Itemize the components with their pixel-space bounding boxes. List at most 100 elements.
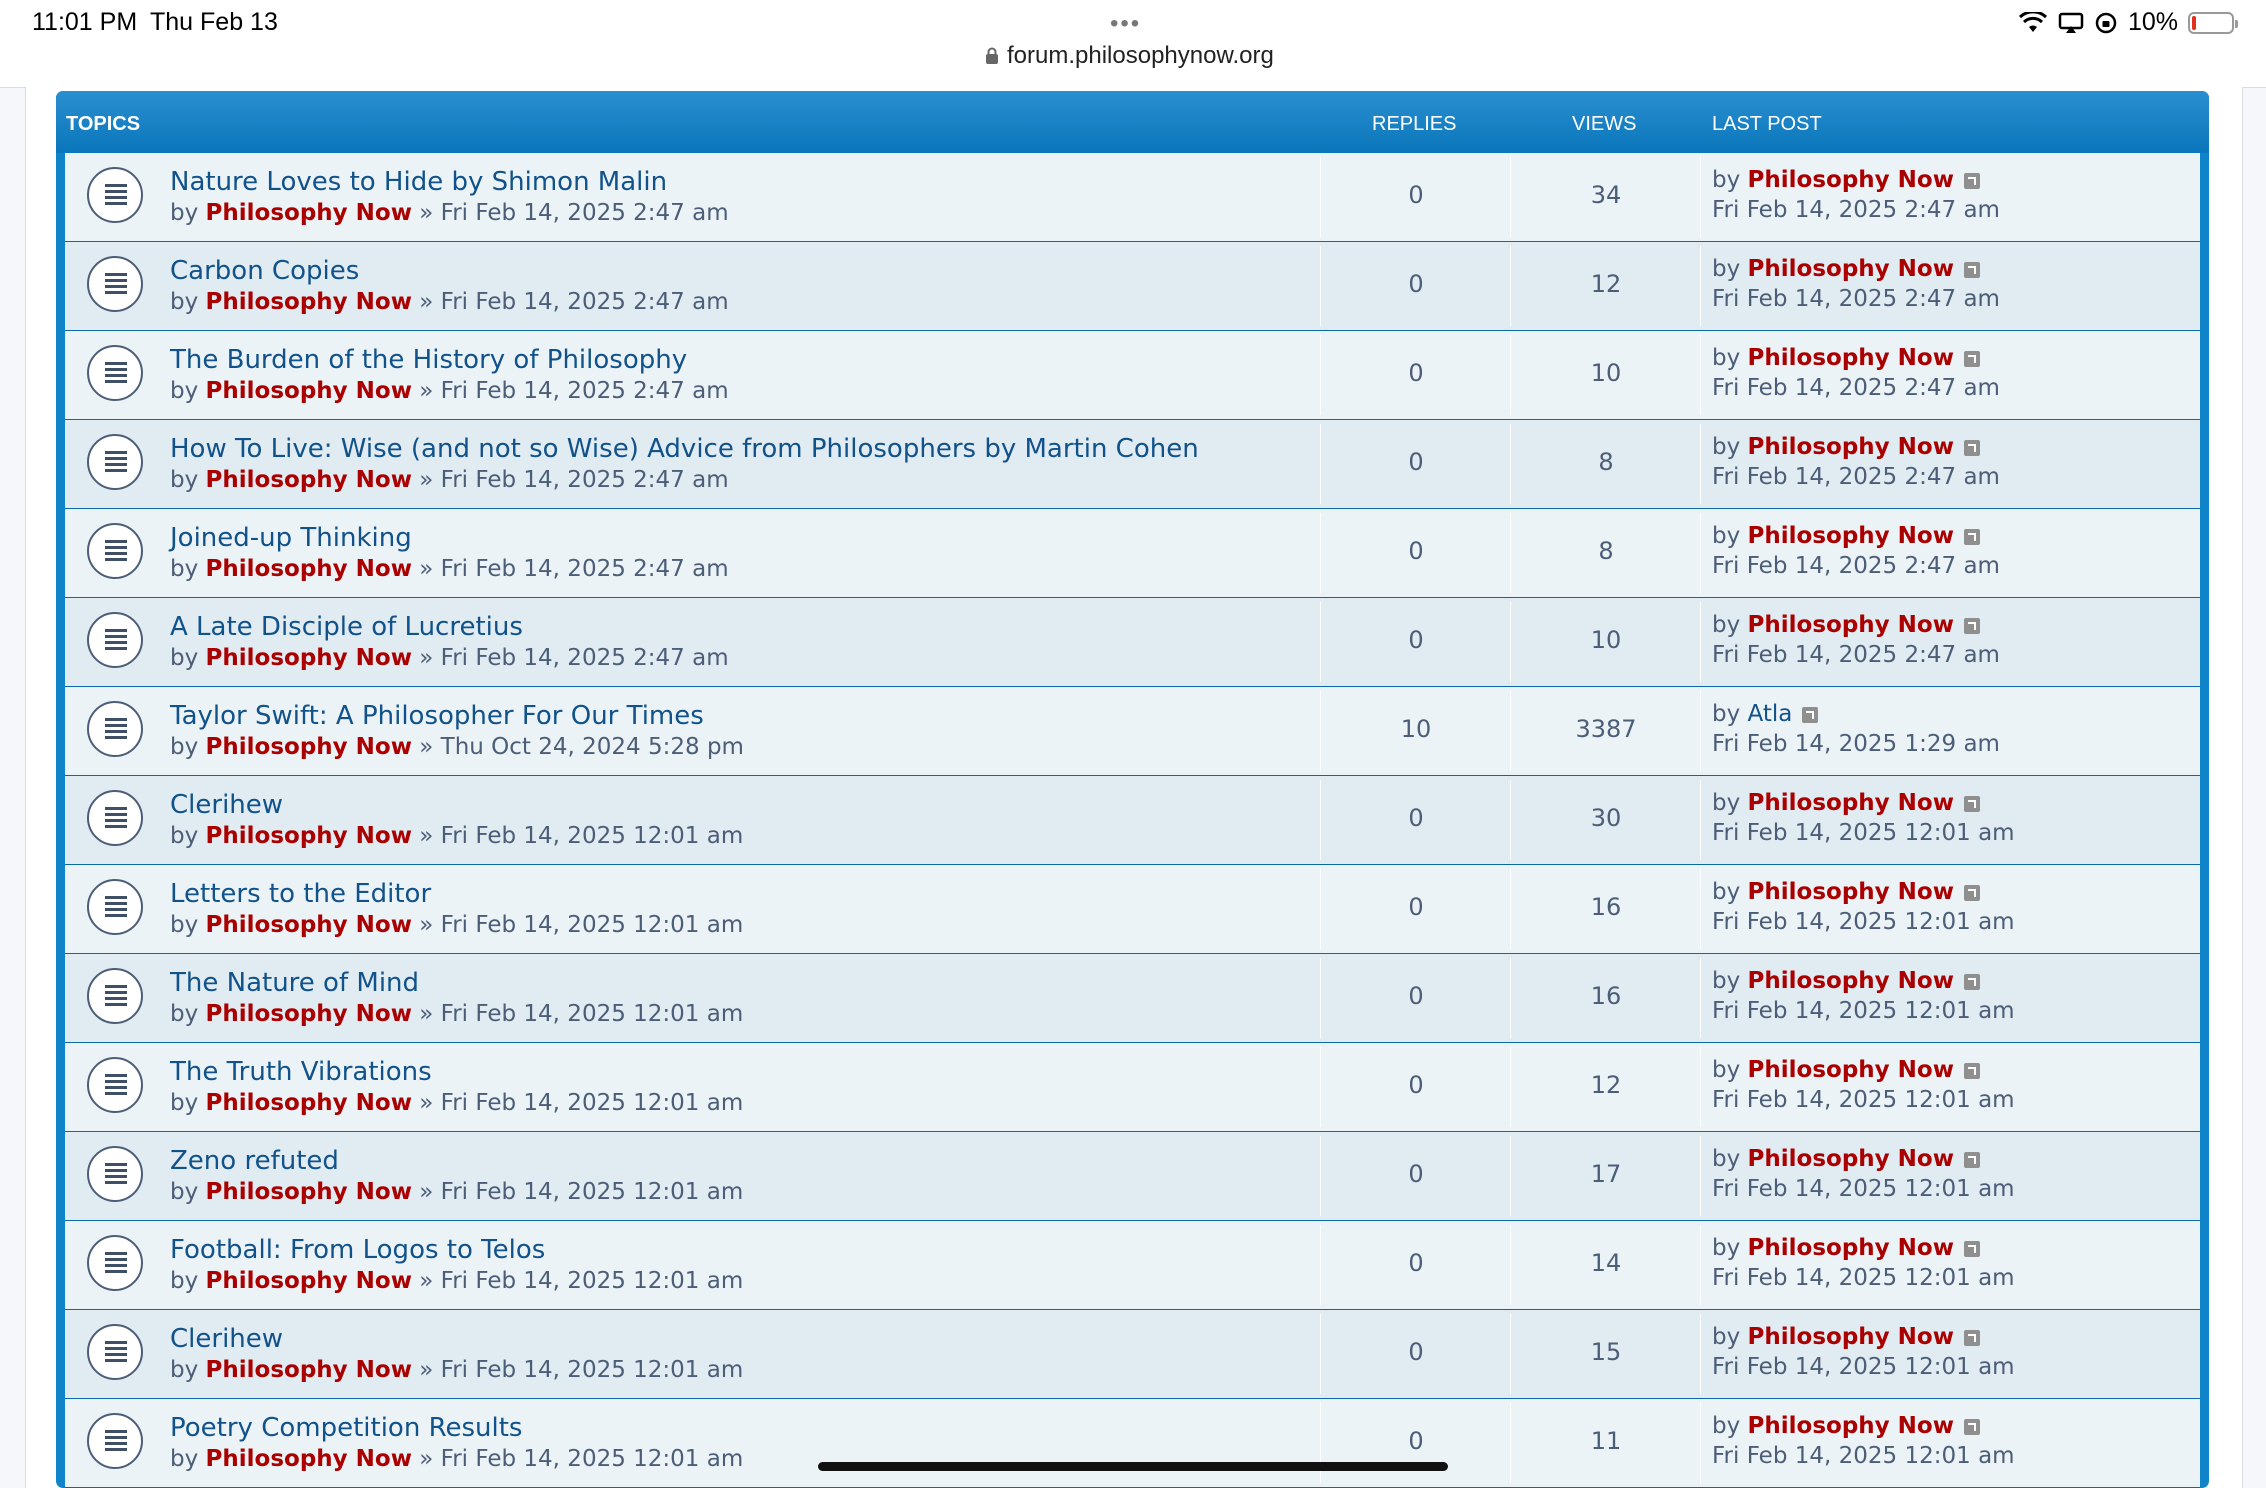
last-post-author: by Philosophy Now bbox=[1712, 523, 1980, 549]
topic-title-link[interactable]: Letters to the Editor bbox=[170, 879, 431, 909]
topic-author-link[interactable]: Philosophy Now bbox=[206, 378, 412, 404]
topic-title-link[interactable]: Zeno refuted bbox=[170, 1146, 339, 1176]
views-count: 16 bbox=[1590, 893, 1622, 921]
topic-title-link[interactable]: Poetry Competition Results bbox=[170, 1413, 522, 1443]
goto-last-post-icon[interactable] bbox=[1963, 1062, 1980, 1079]
topic-read-icon bbox=[87, 968, 143, 1024]
separator: » bbox=[419, 200, 434, 226]
topic-author-link[interactable]: Philosophy Now bbox=[206, 1090, 412, 1116]
goto-last-post-icon[interactable] bbox=[1963, 1329, 1980, 1346]
separator: » bbox=[419, 1357, 434, 1383]
topic-title-link[interactable]: The Truth Vibrations bbox=[170, 1057, 432, 1087]
last-post-author-link[interactable]: Philosophy Now bbox=[1748, 256, 1954, 282]
goto-last-post-icon[interactable] bbox=[1963, 884, 1980, 901]
topic-read-icon bbox=[87, 1235, 143, 1291]
topic-posted-date: Fri Feb 14, 2025 2:47 am bbox=[440, 467, 729, 493]
goto-last-post-icon[interactable] bbox=[1963, 1151, 1980, 1168]
goto-last-post-icon[interactable] bbox=[1963, 528, 1980, 545]
last-post-author-link[interactable]: Philosophy Now bbox=[1748, 1324, 1954, 1350]
last-post-author-link[interactable]: Philosophy Now bbox=[1748, 523, 1954, 549]
last-post-author: by Philosophy Now bbox=[1712, 879, 1980, 905]
topic-row[interactable]: Clerihew by Philosophy Now » Fri Feb 14,… bbox=[65, 1310, 2200, 1399]
home-indicator[interactable] bbox=[818, 1462, 1448, 1471]
last-post-author-link[interactable]: Philosophy Now bbox=[1748, 790, 1954, 816]
last-post-author-link[interactable]: Philosophy Now bbox=[1748, 1146, 1954, 1172]
topic-read-icon bbox=[87, 1146, 143, 1202]
goto-last-post-icon[interactable] bbox=[1963, 795, 1980, 812]
topic-row[interactable]: A Late Disciple of Lucretius by Philosop… bbox=[65, 598, 2200, 687]
topic-row[interactable]: Carbon Copies by Philosophy Now » Fri Fe… bbox=[65, 242, 2200, 331]
topic-author-link[interactable]: Philosophy Now bbox=[206, 734, 412, 760]
last-post-author-link[interactable]: Philosophy Now bbox=[1748, 345, 1954, 371]
goto-last-post-icon[interactable] bbox=[1963, 350, 1980, 367]
topic-row[interactable]: Joined-up Thinking by Philosophy Now » F… bbox=[65, 509, 2200, 598]
goto-last-post-icon[interactable] bbox=[1963, 973, 1980, 990]
goto-last-post-icon[interactable] bbox=[1963, 172, 1980, 189]
topic-title-link[interactable]: Clerihew bbox=[170, 790, 283, 820]
topic-author-link[interactable]: Philosophy Now bbox=[206, 1179, 412, 1205]
topic-row[interactable]: Taylor Swift: A Philosopher For Our Time… bbox=[65, 687, 2200, 776]
last-post-author-link[interactable]: Philosophy Now bbox=[1748, 1235, 1954, 1261]
topic-row[interactable]: Nature Loves to Hide by Shimon Malin by … bbox=[65, 153, 2200, 242]
last-post-author-link[interactable]: Philosophy Now bbox=[1748, 968, 1954, 994]
goto-last-post-icon[interactable] bbox=[1963, 1418, 1980, 1435]
topic-author-link[interactable]: Philosophy Now bbox=[206, 289, 412, 315]
topic-row[interactable]: Football: From Logos to Telos by Philoso… bbox=[65, 1221, 2200, 1310]
replies-count: 0 bbox=[1408, 1160, 1424, 1188]
topic-author-link[interactable]: Philosophy Now bbox=[206, 823, 412, 849]
topic-title-link[interactable]: Nature Loves to Hide by Shimon Malin bbox=[170, 167, 667, 197]
topic-author-link[interactable]: Philosophy Now bbox=[206, 1268, 412, 1294]
topic-row[interactable]: Zeno refuted by Philosophy Now » Fri Feb… bbox=[65, 1132, 2200, 1221]
topic-author-link[interactable]: Philosophy Now bbox=[206, 645, 412, 671]
last-post-author-link[interactable]: Atla bbox=[1748, 701, 1793, 727]
goto-last-post-icon[interactable] bbox=[1963, 439, 1980, 456]
last-post-author: by Philosophy Now bbox=[1712, 1235, 1980, 1261]
last-post-author-link[interactable]: Philosophy Now bbox=[1748, 612, 1954, 638]
topic-title-link[interactable]: Clerihew bbox=[170, 1324, 283, 1354]
topic-title-link[interactable]: Taylor Swift: A Philosopher For Our Time… bbox=[170, 701, 704, 731]
clock: 11:01 PM bbox=[32, 8, 138, 36]
last-post-author-link[interactable]: Philosophy Now bbox=[1748, 167, 1954, 193]
by-label: by bbox=[1712, 1146, 1741, 1172]
topic-title-link[interactable]: Football: From Logos to Telos bbox=[170, 1235, 545, 1265]
topic-title-link[interactable]: The Burden of the History of Philosophy bbox=[170, 345, 687, 375]
topic-row[interactable]: Clerihew by Philosophy Now » Fri Feb 14,… bbox=[65, 776, 2200, 865]
topic-author-link[interactable]: Philosophy Now bbox=[206, 556, 412, 582]
by-label: by bbox=[1712, 1057, 1741, 1083]
topic-read-icon bbox=[87, 1057, 143, 1113]
topic-title-link[interactable]: Carbon Copies bbox=[170, 256, 359, 286]
topic-row[interactable]: The Truth Vibrations by Philosophy Now »… bbox=[65, 1043, 2200, 1132]
topic-row[interactable]: The Burden of the History of Philosophy … bbox=[65, 331, 2200, 420]
topic-author-link[interactable]: Philosophy Now bbox=[206, 1001, 412, 1027]
goto-last-post-icon[interactable] bbox=[1802, 706, 1819, 723]
goto-last-post-icon[interactable] bbox=[1963, 261, 1980, 278]
goto-last-post-icon[interactable] bbox=[1963, 1240, 1980, 1257]
topic-row[interactable]: The Nature of Mind by Philosophy Now » F… bbox=[65, 954, 2200, 1043]
topic-author-link[interactable]: Philosophy Now bbox=[206, 1446, 412, 1472]
last-post-author-link[interactable]: Philosophy Now bbox=[1748, 879, 1954, 905]
by-label: by bbox=[1712, 345, 1741, 371]
topic-row[interactable]: How To Live: Wise (and not so Wise) Advi… bbox=[65, 420, 2200, 509]
last-post-author-link[interactable]: Philosophy Now bbox=[1748, 434, 1954, 460]
replies-count: 0 bbox=[1408, 1249, 1424, 1277]
topic-author-link[interactable]: Philosophy Now bbox=[206, 912, 412, 938]
replies-count: 0 bbox=[1408, 1338, 1424, 1366]
topic-row[interactable]: Poetry Competition Results by Philosophy… bbox=[65, 1399, 2200, 1488]
address-bar[interactable]: forum.philosophynow.org bbox=[985, 42, 1274, 70]
topic-author-link[interactable]: Philosophy Now bbox=[206, 467, 412, 493]
topic-title-link[interactable]: A Late Disciple of Lucretius bbox=[170, 612, 523, 642]
topic-author-link[interactable]: Philosophy Now bbox=[206, 1357, 412, 1383]
topic-title-link[interactable]: The Nature of Mind bbox=[170, 968, 419, 998]
replies-count: 0 bbox=[1408, 270, 1424, 298]
separator: » bbox=[419, 1446, 434, 1472]
last-post-author-link[interactable]: Philosophy Now bbox=[1748, 1413, 1954, 1439]
topic-title-link[interactable]: How To Live: Wise (and not so Wise) Advi… bbox=[170, 434, 1199, 464]
goto-last-post-icon[interactable] bbox=[1963, 617, 1980, 634]
topic-row[interactable]: Letters to the Editor by Philosophy Now … bbox=[65, 865, 2200, 954]
topic-author-link[interactable]: Philosophy Now bbox=[206, 200, 412, 226]
by-label: by bbox=[170, 1001, 199, 1027]
topic-title-link[interactable]: Joined-up Thinking bbox=[170, 523, 412, 553]
more-dots-icon[interactable]: ••• bbox=[1110, 10, 1141, 38]
last-post-author-link[interactable]: Philosophy Now bbox=[1748, 1057, 1954, 1083]
by-label: by bbox=[170, 1357, 199, 1383]
